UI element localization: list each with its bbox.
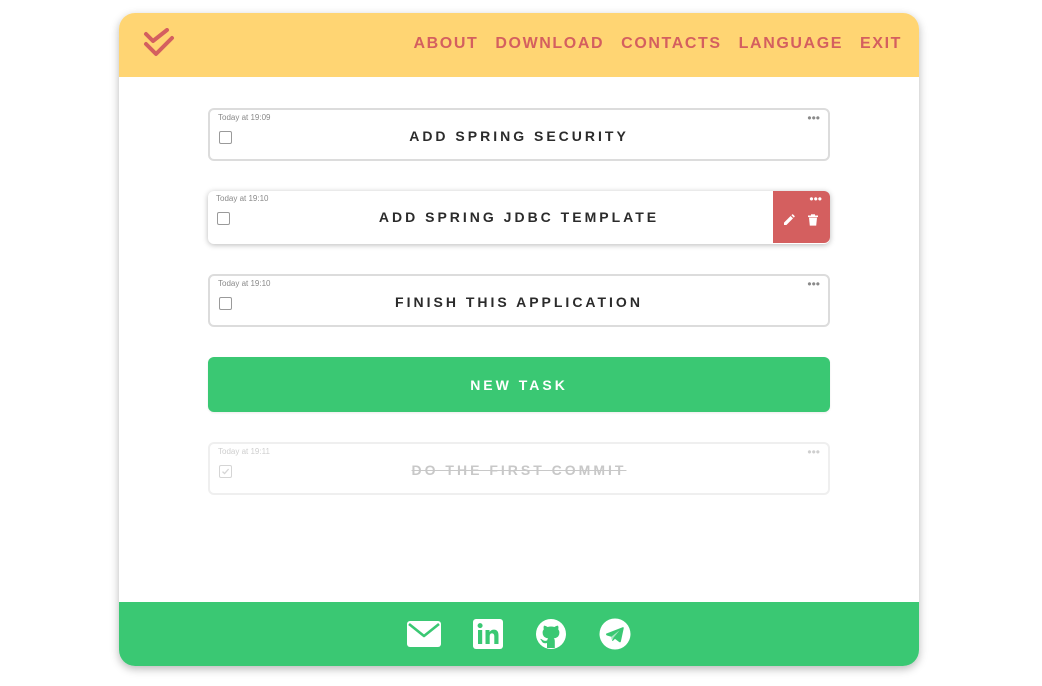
task-title: ADD SPRING JDBC TEMPLATE — [378, 209, 660, 225]
task-timestamp: Today at 19:11 — [218, 447, 270, 456]
more-options-icon[interactable]: ••• — [809, 193, 822, 205]
task-actions-panel: ••• — [773, 191, 830, 243]
more-options-icon[interactable]: ••• — [807, 446, 820, 458]
trash-icon[interactable] — [807, 214, 819, 226]
more-options-icon[interactable]: ••• — [807, 112, 820, 124]
task-card-active[interactable]: Today at 19:10 ADD SPRING JDBC TEMPLATE … — [208, 191, 830, 244]
task-timestamp: Today at 19:10 — [216, 194, 269, 203]
task-title: ADD SPRING SECURITY — [409, 128, 629, 144]
github-icon[interactable] — [535, 618, 567, 650]
main-nav: ABOUT DOWNLOAD CONTACTS LANGUAGE EXIT — [413, 13, 902, 75]
task-card[interactable]: Today at 19:09 ADD SPRING SECURITY ••• — [208, 108, 830, 161]
new-task-button[interactable]: NEW TASK — [208, 357, 830, 412]
nav-exit[interactable]: EXIT — [860, 35, 902, 53]
double-check-icon[interactable] — [143, 28, 175, 60]
footer — [119, 602, 919, 666]
telegram-icon[interactable] — [599, 618, 631, 650]
app-window: ABOUT DOWNLOAD CONTACTS LANGUAGE EXIT To… — [119, 13, 919, 666]
task-card[interactable]: Today at 19:10 FINISH THIS APPLICATION •… — [208, 274, 830, 327]
task-timestamp: Today at 19:10 — [218, 279, 271, 288]
header: ABOUT DOWNLOAD CONTACTS LANGUAGE EXIT — [119, 13, 919, 77]
task-timestamp: Today at 19:09 — [218, 113, 271, 122]
nav-contacts[interactable]: CONTACTS — [621, 35, 722, 53]
task-title: FINISH THIS APPLICATION — [395, 294, 643, 310]
linkedin-icon[interactable] — [473, 619, 503, 649]
task-title: DO THE FIRST COMMIT — [411, 462, 627, 478]
nav-language[interactable]: LANGUAGE — [739, 35, 843, 53]
email-icon[interactable] — [407, 621, 441, 647]
task-card-completed[interactable]: Today at 19:11 DO THE FIRST COMMIT ••• — [208, 442, 830, 495]
edit-icon[interactable] — [783, 214, 795, 226]
task-list: Today at 19:09 ADD SPRING SECURITY ••• T… — [208, 108, 830, 525]
more-options-icon[interactable]: ••• — [807, 278, 820, 290]
nav-download[interactable]: DOWNLOAD — [495, 35, 604, 53]
nav-about[interactable]: ABOUT — [413, 35, 478, 53]
